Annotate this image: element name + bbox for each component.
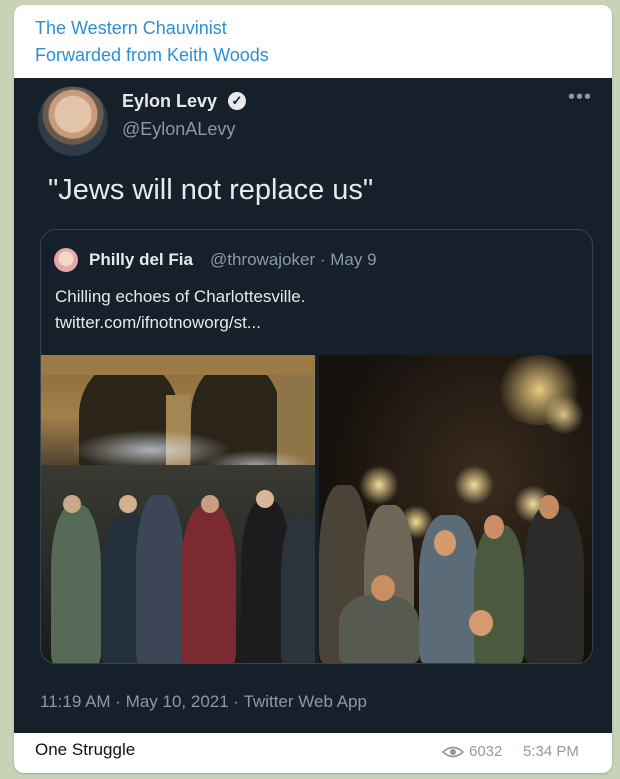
tweet-timestamp-source: 11:19 AM · May 10, 2021 · Twitter Web Ap… — [40, 692, 367, 711]
author-name: Eylon Levy — [122, 91, 218, 111]
message-time: 5:34 PM — [523, 743, 579, 760]
message-bubble[interactable]: The Western Chauvinist Forwarded from Ke… — [14, 5, 612, 773]
forwarded-from[interactable]: Forwarded from Keith Woods — [35, 42, 269, 69]
quoted-text: Chilling echoes of Charlottesville. twit… — [55, 284, 305, 336]
channel-name[interactable]: The Western Chauvinist — [35, 15, 269, 42]
author-handle: @EylonALevy — [122, 119, 236, 139]
quoted-handle-date: @throwajoker · May 9 — [210, 250, 377, 269]
photo-torch-march — [319, 355, 592, 663]
quoted-tweet: Philly del Fia @throwajoker · May 9 Chil… — [40, 229, 593, 664]
tweet-text: "Jews will not replace us" — [48, 174, 374, 206]
avatar — [38, 86, 108, 156]
eye-icon — [442, 746, 464, 758]
quoted-media — [41, 355, 592, 663]
quoted-link: twitter.com/ifnotnoworg/st... — [55, 313, 261, 332]
verified-badge-icon: ✓ — [228, 92, 246, 110]
quoted-avatar — [54, 248, 78, 272]
tweet-screenshot[interactable]: Eylon Levy ✓ @EylonALevy ••• "Jews will … — [14, 78, 612, 733]
quoted-text-line: Chilling echoes of Charlottesville. — [55, 287, 306, 306]
quoted-author-name: Philly del Fia — [89, 250, 193, 269]
photo-crowd-phone-lights — [41, 355, 315, 663]
more-options-icon: ••• — [568, 86, 593, 108]
forward-header: The Western Chauvinist Forwarded from Ke… — [35, 15, 269, 69]
message-caption: One Struggle — [35, 740, 136, 759]
view-count: 6032 — [469, 743, 503, 760]
